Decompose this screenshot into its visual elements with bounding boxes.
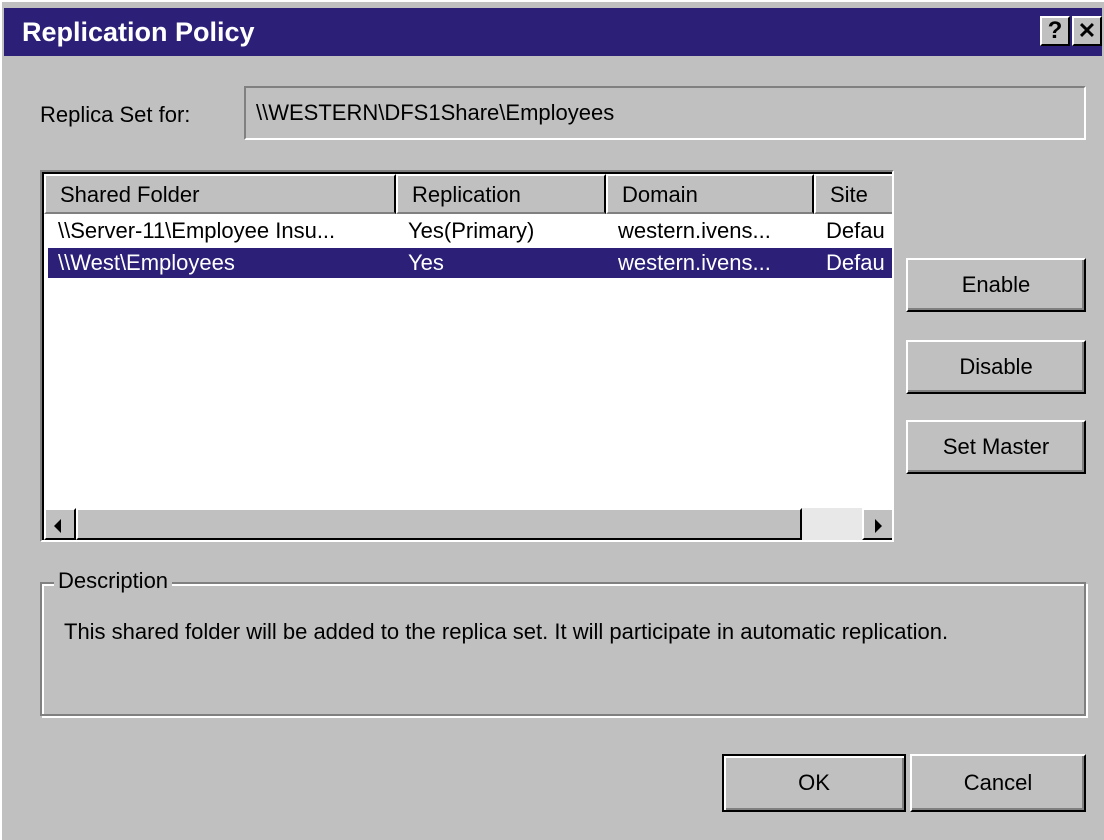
scroll-left-button[interactable] [44, 508, 76, 540]
scrollbar-thumb[interactable] [76, 508, 802, 540]
shared-folder-list[interactable]: Shared Folder Replication Domain Site \\… [40, 170, 894, 542]
replication-policy-dialog: Replication Policy ? ✕ Replica Set for: … [0, 0, 1104, 840]
cell-shared-folder: \\Server-11\Employee Insu... [58, 218, 336, 243]
description-text: This shared folder will be added to the … [64, 619, 949, 644]
column-header-site[interactable]: Site [814, 174, 892, 214]
cell-shared-folder: \\West\Employees [58, 250, 235, 275]
scroll-right-button[interactable] [862, 508, 892, 540]
column-header-domain[interactable]: Domain [606, 174, 814, 214]
disable-button[interactable]: Disable [906, 340, 1086, 394]
cell-replication: Yes [408, 250, 444, 275]
enable-button[interactable]: Enable [906, 258, 1086, 312]
ok-button[interactable]: OK [722, 754, 906, 812]
window-title: Replication Policy [22, 17, 255, 47]
cell-replication: Yes(Primary) [408, 218, 535, 243]
help-button[interactable]: ? [1040, 16, 1070, 46]
description-legend: Description [54, 568, 173, 594]
arrow-left-icon [54, 519, 61, 533]
column-header-replication[interactable]: Replication [396, 174, 606, 214]
list-body: Shared Folder Replication Domain Site \\… [42, 172, 892, 540]
replica-set-label: Replica Set for: [40, 102, 191, 127]
arrow-right-icon [875, 519, 882, 533]
cell-domain: western.ivens... [618, 218, 771, 243]
description-group [40, 582, 1086, 716]
cell-domain: western.ivens... [618, 250, 771, 275]
cancel-button[interactable]: Cancel [910, 754, 1086, 812]
list-row-selected[interactable]: \\West\Employees Yes western.ivens... De… [48, 248, 892, 278]
cell-site: Defau [826, 218, 885, 243]
help-icon: ? [1047, 17, 1063, 44]
set-master-button[interactable]: Set Master [906, 420, 1086, 474]
title-bar[interactable]: Replication Policy ? ✕ [4, 8, 1102, 56]
list-row[interactable]: \\Server-11\Employee Insu... Yes(Primary… [48, 216, 892, 246]
horizontal-scrollbar[interactable] [44, 508, 892, 540]
list-header: Shared Folder Replication Domain Site [44, 174, 892, 214]
cell-site: Defau [826, 250, 885, 275]
close-icon: ✕ [1077, 18, 1097, 43]
column-header-shared-folder[interactable]: Shared Folder [44, 174, 396, 214]
close-button[interactable]: ✕ [1072, 16, 1102, 46]
replica-set-field: \\WESTERN\DFS1Share\Employees [244, 86, 1086, 140]
